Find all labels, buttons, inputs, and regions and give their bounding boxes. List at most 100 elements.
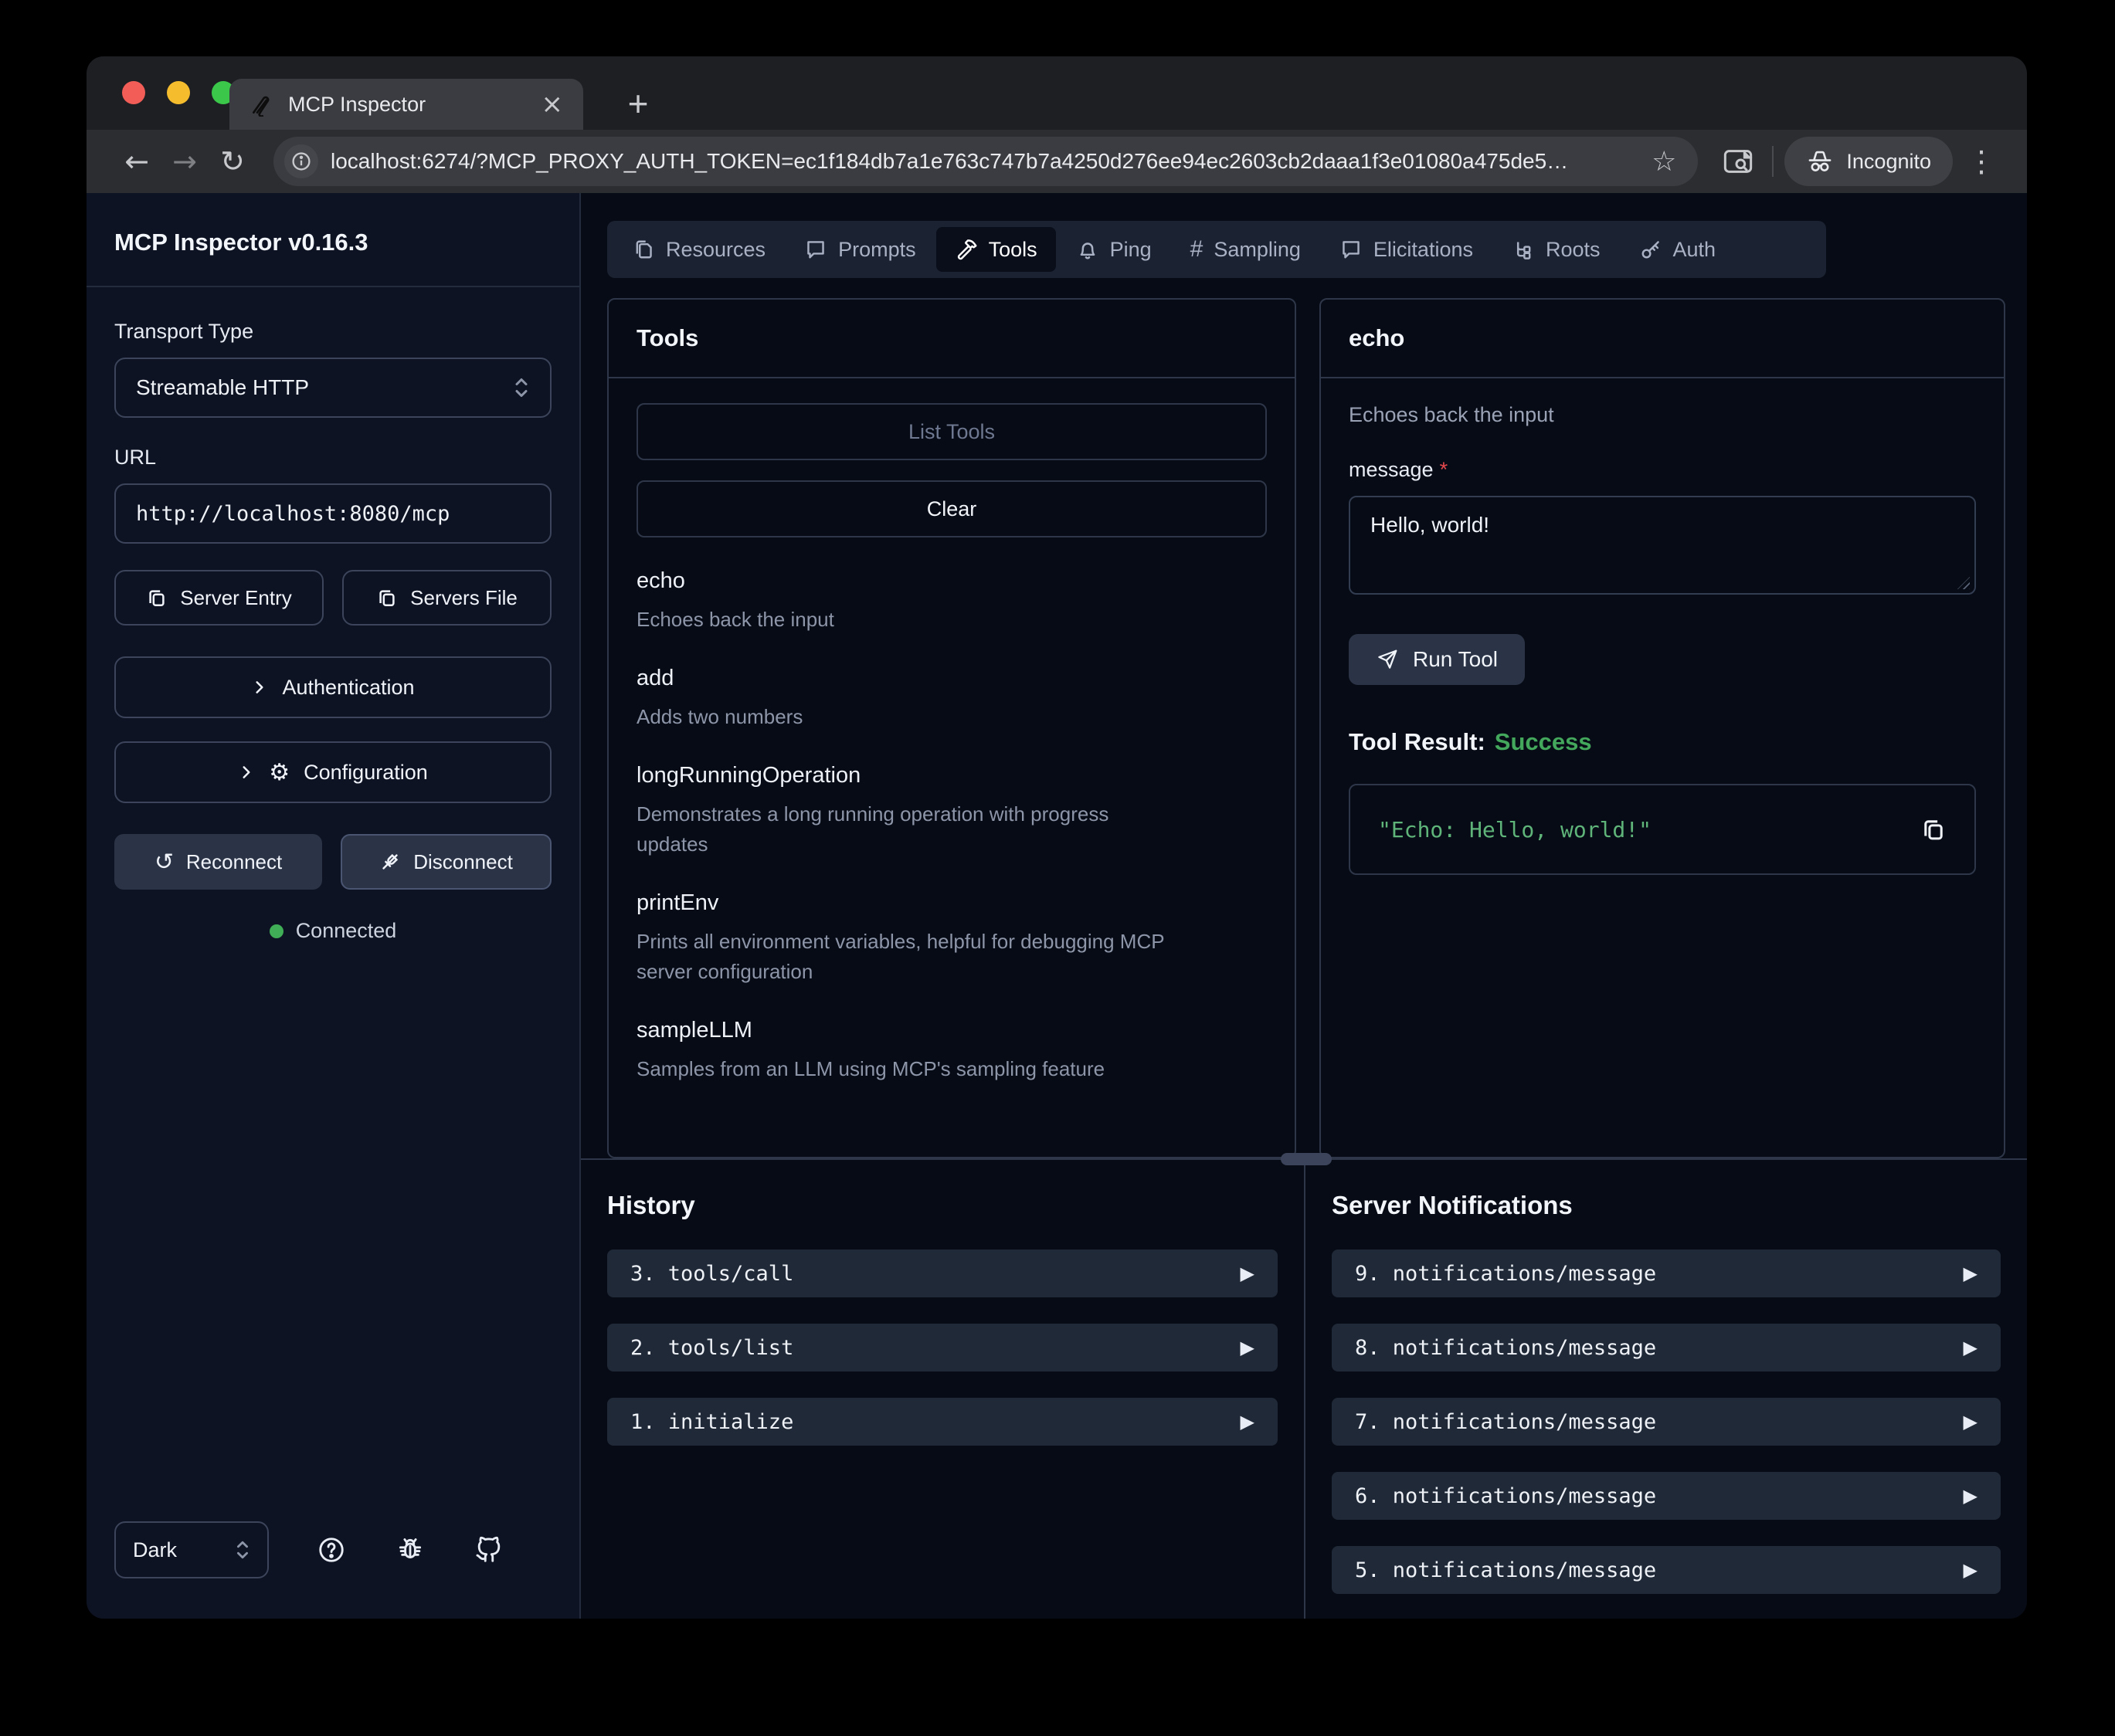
history-row-label: 1. initialize xyxy=(630,1410,1241,1434)
theme-value: Dark xyxy=(133,1538,235,1562)
hammer-icon xyxy=(955,238,978,261)
theme-select[interactable]: Dark xyxy=(114,1521,269,1578)
required-marker: * xyxy=(1440,458,1448,481)
tool-result-value: "Echo: Hello, world!" xyxy=(1378,817,1920,843)
incognito-badge: Incognito xyxy=(1784,137,1953,186)
configuration-toggle[interactable]: ⚙ Configuration xyxy=(114,741,552,803)
tool-list-item-printenv[interactable]: printEnv Prints all environment variable… xyxy=(637,890,1267,987)
tab-title: MCP Inspector xyxy=(288,93,528,117)
bug-icon[interactable] xyxy=(396,1535,425,1565)
history-row[interactable]: 1. initialize ▶ xyxy=(607,1398,1278,1446)
tool-name: echo xyxy=(637,568,1267,594)
reconnect-button[interactable]: ↻ Reconnect xyxy=(114,834,322,890)
browser-menu-icon[interactable]: ⋮ xyxy=(1953,144,2001,178)
tool-list-item-echo[interactable]: echo Echoes back the input xyxy=(637,568,1267,635)
message-input[interactable]: Hello, world! xyxy=(1349,496,1976,595)
hash-icon: # xyxy=(1190,236,1203,263)
sidebar-footer: Dark xyxy=(87,1521,579,1619)
tool-description: Echoes back the input xyxy=(637,605,1177,635)
tool-description: Adds two numbers xyxy=(637,702,1177,732)
browser-tab[interactable]: MCP Inspector × xyxy=(229,79,583,130)
expand-arrow-icon: ▶ xyxy=(1964,1263,1978,1284)
connected-dot-icon xyxy=(270,924,283,938)
split-drag-handle[interactable] xyxy=(1281,1153,1332,1165)
server-url-input[interactable]: http://localhost:8080/mcp xyxy=(114,483,552,544)
tool-list-item-add[interactable]: add Adds two numbers xyxy=(637,666,1267,732)
run-tool-button[interactable]: Run Tool xyxy=(1349,634,1525,685)
copy-result-icon[interactable] xyxy=(1920,816,1947,843)
panel-split-divider xyxy=(581,1158,2027,1160)
tab-resources[interactable]: Resources xyxy=(613,227,784,272)
tab-auth[interactable]: Auth xyxy=(1621,227,1735,272)
app-title: MCP Inspector v0.16.3 xyxy=(87,193,579,287)
tab-ping[interactable]: Ping xyxy=(1058,227,1170,272)
tab-elicitations[interactable]: Elicitations xyxy=(1321,227,1492,272)
expand-arrow-icon: ▶ xyxy=(1241,1411,1254,1433)
close-window-button[interactable] xyxy=(122,81,145,104)
incognito-icon xyxy=(1806,149,1834,174)
list-tools-label: List Tools xyxy=(908,420,995,444)
tab-label: Roots xyxy=(1546,238,1601,262)
configuration-label: Configuration xyxy=(304,761,428,785)
notification-row-label: 8. notifications/message xyxy=(1355,1336,1964,1360)
github-icon[interactable] xyxy=(474,1535,504,1565)
tool-detail-title: echo xyxy=(1321,300,2004,378)
history-row-label: 3. tools/call xyxy=(630,1262,1241,1286)
server-entry-button[interactable]: Server Entry xyxy=(114,570,324,626)
minimize-window-button[interactable] xyxy=(167,81,190,104)
clear-button[interactable]: Clear xyxy=(637,480,1267,537)
bell-icon xyxy=(1076,238,1099,261)
connection-status: Connected xyxy=(114,919,552,943)
tool-list-item-longrunningoperation[interactable]: longRunningOperation Demonstrates a long… xyxy=(637,763,1267,860)
tab-tools[interactable]: Tools xyxy=(936,227,1056,272)
sidebar: MCP Inspector v0.16.3 Transport Type Str… xyxy=(87,193,581,1619)
notification-row[interactable]: 9. notifications/message ▶ xyxy=(1332,1249,2001,1297)
bookmark-star-icon[interactable]: ☆ xyxy=(1639,146,1689,178)
tool-list-item-samplellm[interactable]: sampleLLM Samples from an LLM using MCP'… xyxy=(637,1018,1267,1084)
transport-type-select[interactable]: Streamable HTTP xyxy=(114,358,552,418)
list-tools-button[interactable]: List Tools xyxy=(637,403,1267,460)
notification-row-label: 5. notifications/message xyxy=(1355,1558,1964,1582)
notification-row[interactable]: 7. notifications/message ▶ xyxy=(1332,1398,2001,1446)
address-bar[interactable]: localhost:6274/?MCP_PROXY_AUTH_TOKEN=ec1… xyxy=(273,137,1698,186)
reload-icon[interactable]: ↻ xyxy=(209,144,256,178)
notification-row[interactable]: 8. notifications/message ▶ xyxy=(1332,1324,2001,1372)
help-icon[interactable] xyxy=(317,1535,346,1565)
notification-row-label: 6. notifications/message xyxy=(1355,1484,1964,1508)
mcp-inspector-app: MCP Inspector v0.16.3 Transport Type Str… xyxy=(87,193,2027,1619)
servers-file-button[interactable]: Servers File xyxy=(342,570,552,626)
notification-row[interactable]: 5. notifications/message ▶ xyxy=(1332,1546,2001,1594)
forward-icon[interactable]: → xyxy=(161,144,209,178)
tab-prompts[interactable]: Prompts xyxy=(786,227,935,272)
back-icon[interactable]: ← xyxy=(113,144,161,178)
disconnect-label: Disconnect xyxy=(413,850,513,874)
new-tab-button[interactable]: + xyxy=(618,83,658,124)
tab-close-icon[interactable]: × xyxy=(541,91,564,117)
notification-row[interactable]: 6. notifications/message ▶ xyxy=(1332,1472,2001,1520)
screen: MCP Inspector × + ← → ↻ localhost:6274/?… xyxy=(0,0,2115,1736)
browser-toolbar: ← → ↻ localhost:6274/?MCP_PROXY_AUTH_TOK… xyxy=(87,130,2027,193)
server-notifications-pane: Server Notifications 9. notifications/me… xyxy=(1305,1160,2027,1619)
window-controls xyxy=(122,81,235,104)
tab-roots[interactable]: Roots xyxy=(1493,227,1619,272)
expand-arrow-icon: ▶ xyxy=(1964,1485,1978,1507)
history-row[interactable]: 3. tools/call ▶ xyxy=(607,1249,1278,1297)
url-text: localhost:6274/?MCP_PROXY_AUTH_TOKEN=ec1… xyxy=(331,149,1639,174)
tab-sampling[interactable]: # Sampling xyxy=(1172,227,1319,272)
expand-arrow-icon: ▶ xyxy=(1964,1411,1978,1433)
site-info-icon[interactable] xyxy=(284,144,318,178)
copy-icon xyxy=(376,587,398,609)
history-pane: History 3. tools/call ▶ 2. tools/list ▶ … xyxy=(581,1160,1305,1619)
notification-row-label: 9. notifications/message xyxy=(1355,1262,1964,1286)
tab-label: Resources xyxy=(666,238,766,262)
history-row-label: 2. tools/list xyxy=(630,1336,1241,1360)
tool-detail-description: Echoes back the input xyxy=(1349,403,1976,427)
disconnect-button[interactable]: Disconnect xyxy=(341,834,552,890)
gear-icon: ⚙ xyxy=(269,759,290,786)
expand-arrow-icon: ▶ xyxy=(1241,1337,1254,1358)
history-row[interactable]: 2. tools/list ▶ xyxy=(607,1324,1278,1372)
authentication-toggle[interactable]: Authentication xyxy=(114,656,552,718)
incognito-label: Incognito xyxy=(1846,150,1931,174)
search-tabs-icon[interactable] xyxy=(1715,148,1761,175)
servers-file-label: Servers File xyxy=(410,586,518,610)
